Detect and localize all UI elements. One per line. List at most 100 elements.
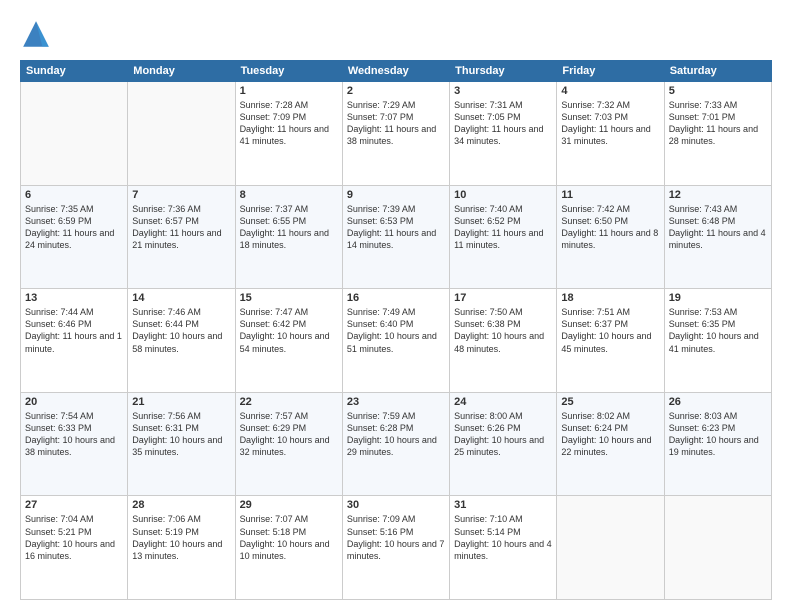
day-number: 12: [669, 189, 767, 201]
cell-daylight: Daylight: 11 hours and 34 minutes.: [454, 124, 543, 146]
day-header-saturday: Saturday: [664, 61, 771, 82]
day-number: 14: [132, 292, 230, 304]
calendar-cell: 18 Sunrise: 7:51 AM Sunset: 6:37 PM Dayl…: [557, 289, 664, 393]
cell-daylight: Daylight: 11 hours and 24 minutes.: [25, 228, 114, 250]
cell-daylight: Daylight: 10 hours and 4 minutes.: [454, 539, 552, 561]
cell-daylight: Daylight: 10 hours and 10 minutes.: [240, 539, 330, 561]
cell-sunrise: Sunrise: 7:07 AM: [240, 514, 309, 524]
calendar-cell: [128, 82, 235, 186]
calendar-cell: 3 Sunrise: 7:31 AM Sunset: 7:05 PM Dayli…: [450, 82, 557, 186]
day-number: 6: [25, 189, 123, 201]
calendar-cell: 22 Sunrise: 7:57 AM Sunset: 6:29 PM Dayl…: [235, 392, 342, 496]
cell-sunset: Sunset: 6:57 PM: [132, 216, 199, 226]
cell-sunrise: Sunrise: 7:43 AM: [669, 204, 738, 214]
cell-daylight: Daylight: 10 hours and 54 minutes.: [240, 331, 330, 353]
cell-sunset: Sunset: 6:42 PM: [240, 319, 307, 329]
calendar-cell: 11 Sunrise: 7:42 AM Sunset: 6:50 PM Dayl…: [557, 185, 664, 289]
day-header-wednesday: Wednesday: [342, 61, 449, 82]
cell-daylight: Daylight: 11 hours and 11 minutes.: [454, 228, 543, 250]
cell-daylight: Daylight: 10 hours and 7 minutes.: [347, 539, 445, 561]
day-number: 31: [454, 499, 552, 511]
calendar-cell: [21, 82, 128, 186]
cell-sunrise: Sunrise: 7:36 AM: [132, 204, 201, 214]
cell-sunrise: Sunrise: 7:53 AM: [669, 307, 738, 317]
cell-sunset: Sunset: 7:05 PM: [454, 112, 521, 122]
calendar-week-2: 13 Sunrise: 7:44 AM Sunset: 6:46 PM Dayl…: [21, 289, 772, 393]
cell-sunrise: Sunrise: 7:10 AM: [454, 514, 523, 524]
cell-sunset: Sunset: 6:46 PM: [25, 319, 92, 329]
cell-sunset: Sunset: 6:53 PM: [347, 216, 414, 226]
cell-sunrise: Sunrise: 7:42 AM: [561, 204, 630, 214]
day-number: 22: [240, 396, 338, 408]
cell-daylight: Daylight: 10 hours and 38 minutes.: [25, 435, 115, 457]
day-number: 9: [347, 189, 445, 201]
calendar-cell: [557, 496, 664, 600]
cell-sunset: Sunset: 6:29 PM: [240, 423, 307, 433]
cell-sunrise: Sunrise: 7:04 AM: [25, 514, 94, 524]
day-header-thursday: Thursday: [450, 61, 557, 82]
calendar-table: SundayMondayTuesdayWednesdayThursdayFrid…: [20, 60, 772, 600]
day-number: 4: [561, 85, 659, 97]
day-number: 21: [132, 396, 230, 408]
cell-sunrise: Sunrise: 7:44 AM: [25, 307, 94, 317]
calendar-week-3: 20 Sunrise: 7:54 AM Sunset: 6:33 PM Dayl…: [21, 392, 772, 496]
calendar-cell: 17 Sunrise: 7:50 AM Sunset: 6:38 PM Dayl…: [450, 289, 557, 393]
day-number: 17: [454, 292, 552, 304]
cell-sunrise: Sunrise: 7:49 AM: [347, 307, 416, 317]
calendar-cell: 15 Sunrise: 7:47 AM Sunset: 6:42 PM Dayl…: [235, 289, 342, 393]
calendar-cell: 1 Sunrise: 7:28 AM Sunset: 7:09 PM Dayli…: [235, 82, 342, 186]
cell-sunset: Sunset: 5:18 PM: [240, 527, 307, 537]
calendar-cell: 8 Sunrise: 7:37 AM Sunset: 6:55 PM Dayli…: [235, 185, 342, 289]
cell-daylight: Daylight: 10 hours and 16 minutes.: [25, 539, 115, 561]
day-number: 25: [561, 396, 659, 408]
day-number: 26: [669, 396, 767, 408]
day-number: 11: [561, 189, 659, 201]
cell-daylight: Daylight: 10 hours and 58 minutes.: [132, 331, 222, 353]
cell-daylight: Daylight: 10 hours and 22 minutes.: [561, 435, 651, 457]
cell-sunset: Sunset: 5:16 PM: [347, 527, 414, 537]
cell-sunrise: Sunrise: 8:02 AM: [561, 411, 630, 421]
calendar-cell: 21 Sunrise: 7:56 AM Sunset: 6:31 PM Dayl…: [128, 392, 235, 496]
cell-daylight: Daylight: 11 hours and 38 minutes.: [347, 124, 436, 146]
day-header-monday: Monday: [128, 61, 235, 82]
cell-daylight: Daylight: 10 hours and 51 minutes.: [347, 331, 437, 353]
day-number: 27: [25, 499, 123, 511]
cell-sunrise: Sunrise: 7:47 AM: [240, 307, 309, 317]
page-header: [20, 18, 772, 50]
cell-sunrise: Sunrise: 7:59 AM: [347, 411, 416, 421]
cell-sunset: Sunset: 6:59 PM: [25, 216, 92, 226]
day-number: 5: [669, 85, 767, 97]
cell-sunrise: Sunrise: 7:56 AM: [132, 411, 201, 421]
cell-daylight: Daylight: 11 hours and 21 minutes.: [132, 228, 221, 250]
cell-sunset: Sunset: 6:40 PM: [347, 319, 414, 329]
cell-daylight: Daylight: 10 hours and 29 minutes.: [347, 435, 437, 457]
cell-sunrise: Sunrise: 7:57 AM: [240, 411, 309, 421]
calendar-cell: 29 Sunrise: 7:07 AM Sunset: 5:18 PM Dayl…: [235, 496, 342, 600]
calendar-cell: 30 Sunrise: 7:09 AM Sunset: 5:16 PM Dayl…: [342, 496, 449, 600]
cell-sunset: Sunset: 5:19 PM: [132, 527, 199, 537]
cell-sunrise: Sunrise: 8:03 AM: [669, 411, 738, 421]
calendar-cell: 6 Sunrise: 7:35 AM Sunset: 6:59 PM Dayli…: [21, 185, 128, 289]
calendar-week-1: 6 Sunrise: 7:35 AM Sunset: 6:59 PM Dayli…: [21, 185, 772, 289]
cell-sunrise: Sunrise: 7:28 AM: [240, 100, 309, 110]
cell-daylight: Daylight: 11 hours and 18 minutes.: [240, 228, 329, 250]
day-number: 20: [25, 396, 123, 408]
calendar-cell: 12 Sunrise: 7:43 AM Sunset: 6:48 PM Dayl…: [664, 185, 771, 289]
cell-sunset: Sunset: 6:52 PM: [454, 216, 521, 226]
day-number: 30: [347, 499, 445, 511]
cell-sunset: Sunset: 6:55 PM: [240, 216, 307, 226]
cell-sunset: Sunset: 6:38 PM: [454, 319, 521, 329]
calendar-cell: 10 Sunrise: 7:40 AM Sunset: 6:52 PM Dayl…: [450, 185, 557, 289]
calendar-cell: 23 Sunrise: 7:59 AM Sunset: 6:28 PM Dayl…: [342, 392, 449, 496]
day-number: 18: [561, 292, 659, 304]
cell-daylight: Daylight: 11 hours and 4 minutes.: [669, 228, 766, 250]
calendar-cell: 19 Sunrise: 7:53 AM Sunset: 6:35 PM Dayl…: [664, 289, 771, 393]
cell-sunrise: Sunrise: 7:37 AM: [240, 204, 309, 214]
logo-icon: [20, 18, 52, 50]
calendar-cell: [664, 496, 771, 600]
day-number: 29: [240, 499, 338, 511]
cell-daylight: Daylight: 11 hours and 14 minutes.: [347, 228, 436, 250]
day-number: 24: [454, 396, 552, 408]
day-number: 15: [240, 292, 338, 304]
calendar-cell: 27 Sunrise: 7:04 AM Sunset: 5:21 PM Dayl…: [21, 496, 128, 600]
